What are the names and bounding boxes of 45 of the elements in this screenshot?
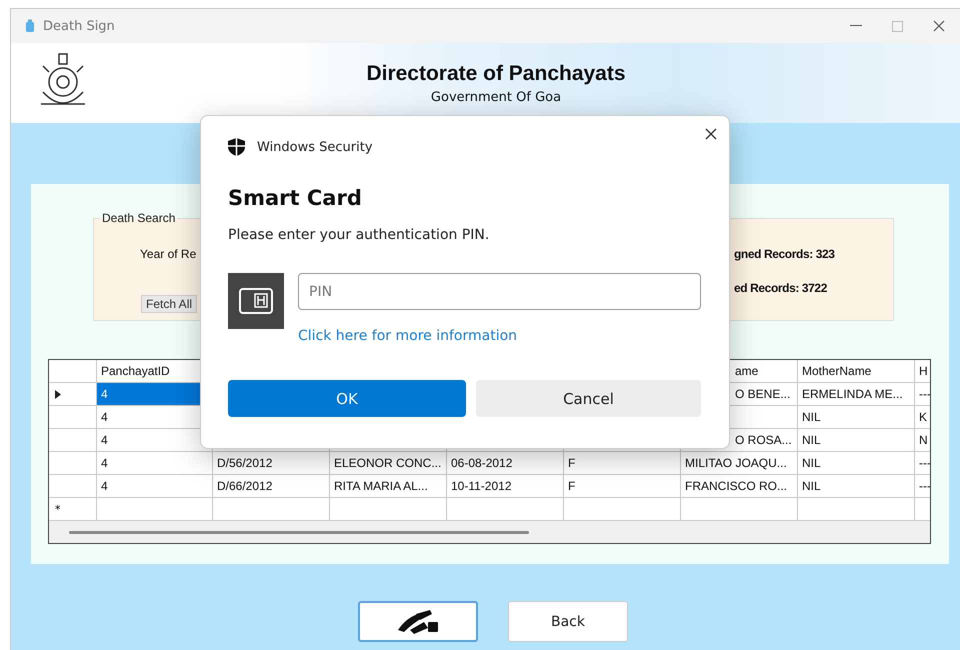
current-row-icon: [55, 390, 61, 398]
table-cell: D/56/2012: [213, 452, 330, 475]
table-cell: RITA MARIA AL...: [330, 475, 447, 498]
table-cell: FRANCISCO RO...: [681, 475, 798, 498]
table-cell: NIL: [798, 475, 915, 498]
shield-icon: [228, 138, 245, 156]
table-cell: ERMELINDA ME...: [798, 383, 915, 406]
signed-records-label: gned Records: 323: [734, 247, 835, 261]
dialog-app-name: Windows Security: [257, 140, 373, 154]
table-cell: F: [564, 475, 681, 498]
maximize-icon[interactable]: [892, 20, 903, 32]
group-title: Death Search: [101, 211, 176, 225]
window-title: Death Sign: [43, 18, 116, 34]
year-label: Year of Re: [140, 247, 196, 261]
more-info-link[interactable]: Click here for more information: [298, 328, 518, 344]
unsigned-records-label: ed Records: 3722: [734, 281, 827, 295]
table-cell: ELEONOR CONC...: [330, 452, 447, 475]
table-cell: D/66/2012: [213, 475, 330, 498]
close-button[interactable]: [703, 126, 719, 142]
banner-subtitle: Government Of Goa: [430, 90, 562, 104]
table-cell: NIL: [798, 452, 915, 475]
table-cell: MILITAO JOAQU...: [681, 452, 798, 475]
fetch-all-button[interactable]: Fetch All: [141, 295, 198, 313]
banner-title: Directorate of Panchayats: [366, 62, 626, 86]
horizontal-scrollbar[interactable]: [49, 521, 930, 543]
table-cell: 06-08-2012: [447, 452, 564, 475]
table-cell: 4: [97, 452, 213, 475]
ok-button[interactable]: OK: [228, 380, 466, 417]
table-cell: NIL: [798, 406, 915, 429]
table-cell: NIL: [798, 429, 915, 452]
table-cell: 10-11-2012: [447, 475, 564, 498]
signing-hand-icon: [396, 610, 440, 634]
column-header[interactable]: MotherName: [798, 360, 915, 383]
back-button[interactable]: Back: [508, 601, 628, 642]
dialog-title: Smart Card: [228, 186, 363, 210]
sign-button[interactable]: [358, 601, 478, 642]
pin-field[interactable]: PIN: [298, 273, 701, 310]
smart-card-icon: [228, 273, 284, 329]
table-cell: 4: [97, 475, 213, 498]
close-icon[interactable]: [933, 20, 945, 32]
table-cell: F: [564, 452, 681, 475]
dialog-message: Please enter your authentication PIN.: [228, 227, 490, 243]
minimize-icon[interactable]: [850, 25, 862, 27]
cancel-button[interactable]: Cancel: [476, 380, 701, 417]
bottle-icon: [25, 19, 35, 33]
